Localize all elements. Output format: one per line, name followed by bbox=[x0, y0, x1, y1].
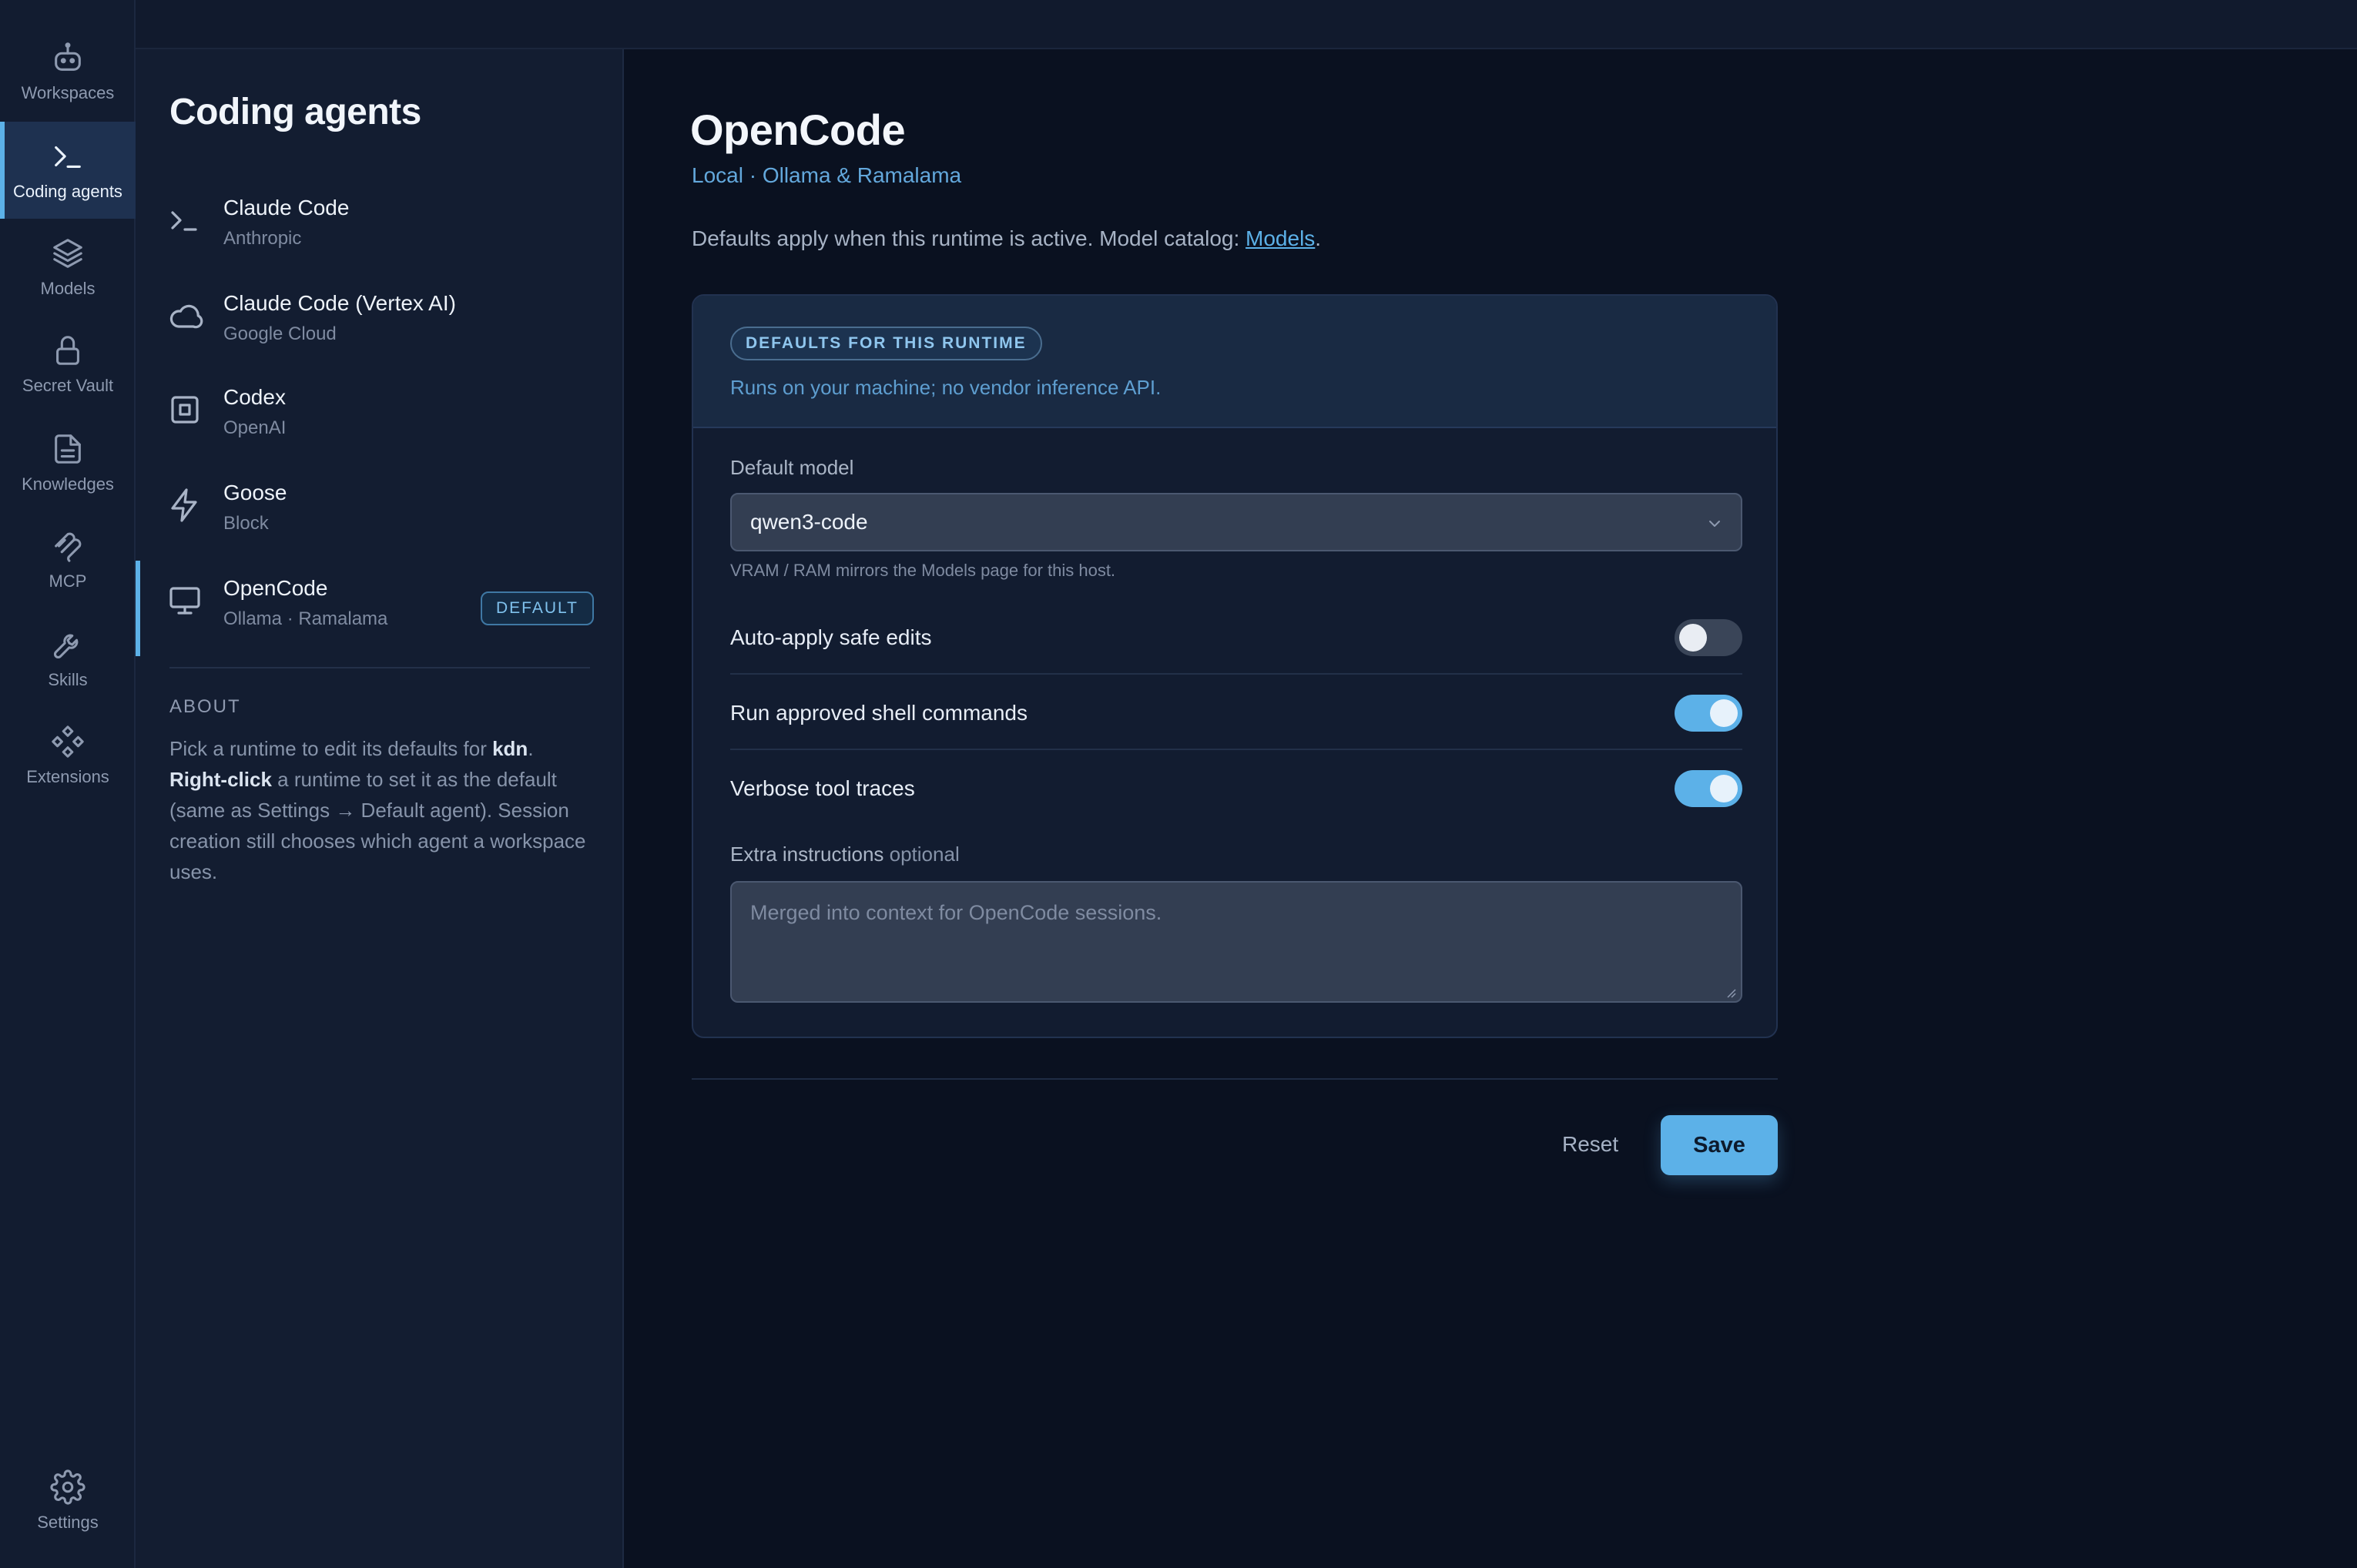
agent-provider: Google Cloud bbox=[223, 323, 337, 344]
shell-commands-toggle[interactable] bbox=[1675, 695, 1742, 732]
agent-name: Claude Code (Vertex AI) bbox=[223, 291, 456, 315]
chip-icon bbox=[171, 396, 199, 424]
default-model-select[interactable]: qwen3-code bbox=[730, 493, 1742, 551]
nav-item-label: Skills bbox=[48, 670, 88, 689]
runtime-defaults-card: DEFAULTS FOR THIS RUNTIME Runs on your m… bbox=[692, 294, 1778, 1038]
nav-item-label: MCP bbox=[49, 571, 87, 591]
about-text: Pick a runtime to edit its defaults for … bbox=[169, 733, 601, 887]
resize-grip-icon[interactable] bbox=[1725, 987, 1736, 998]
description-text: . bbox=[1315, 226, 1322, 250]
verbose-traces-toggle[interactable] bbox=[1675, 770, 1742, 807]
page-description: Defaults apply when this runtime is acti… bbox=[692, 226, 1321, 251]
extra-label-text: Extra instructions bbox=[730, 843, 884, 866]
toggle-knob bbox=[1679, 624, 1707, 652]
robot-icon bbox=[55, 42, 81, 71]
model-hint: VRAM / RAM mirrors the Models page for t… bbox=[730, 561, 1116, 580]
description-text: Defaults apply when this runtime is acti… bbox=[692, 226, 1246, 250]
agent-item-codex[interactable]: Codex OpenAI bbox=[136, 370, 624, 461]
agent-name: Claude Code bbox=[223, 196, 350, 219]
toggle-row-verbose-traces: Verbose tool traces bbox=[730, 750, 1742, 826]
runtime-note: Runs on your machine; no vendor inferenc… bbox=[730, 376, 1162, 399]
agent-item-opencode[interactable]: OpenCode Ollama · Ramalama DEFAULT bbox=[136, 561, 624, 656]
extensions-icon bbox=[52, 725, 84, 758]
card-header: DEFAULTS FOR THIS RUNTIME Runs on your m… bbox=[693, 296, 1776, 428]
defaults-pill: DEFAULTS FOR THIS RUNTIME bbox=[730, 327, 1042, 360]
agent-item-claude-code-vertex[interactable]: Claude Code (Vertex AI) Google Cloud bbox=[136, 276, 624, 367]
layers-icon bbox=[53, 239, 82, 268]
auto-apply-toggle[interactable] bbox=[1675, 619, 1742, 656]
extra-instructions-label: Extra instructions optional bbox=[730, 843, 960, 866]
terminal-icon bbox=[55, 146, 81, 168]
nav-item-settings[interactable]: Settings bbox=[0, 1452, 136, 1550]
nav-item-secret-vault[interactable]: Secret Vault bbox=[0, 316, 136, 413]
about-right-click: Right-click bbox=[169, 768, 272, 791]
about-user-name: kdn bbox=[492, 737, 528, 760]
wrench-icon bbox=[53, 634, 79, 659]
toggle-label: Auto-apply safe edits bbox=[730, 625, 932, 649]
lock-icon bbox=[56, 336, 79, 365]
nav-item-label: Secret Vault bbox=[22, 376, 114, 395]
optional-tag: optional bbox=[889, 843, 960, 866]
mcp-icon bbox=[55, 532, 82, 562]
nav-item-mcp[interactable]: MCP bbox=[0, 511, 136, 608]
app-window: Workspaces Coding agents Models Secret V… bbox=[0, 0, 2357, 1568]
nav-item-extensions[interactable]: Extensions bbox=[0, 707, 136, 804]
nav-item-label: Extensions bbox=[26, 767, 109, 786]
chevron-down-icon bbox=[1709, 521, 1720, 527]
nav-rail: Workspaces Coding agents Models Secret V… bbox=[0, 0, 136, 1568]
window-top-bar bbox=[136, 0, 2357, 49]
nav-item-label: Coding agents bbox=[13, 182, 122, 201]
agent-name: OpenCode bbox=[223, 576, 328, 600]
nav-item-label: Workspaces bbox=[21, 83, 115, 102]
reset-button[interactable]: Reset bbox=[1550, 1115, 1631, 1174]
runtime-detail: OpenCode Local · Ollama & Ramalama Defau… bbox=[625, 49, 2357, 1568]
panel-divider bbox=[169, 667, 590, 668]
models-link[interactable]: Models bbox=[1246, 226, 1315, 250]
agent-provider: Block bbox=[223, 513, 269, 534]
terminal-icon bbox=[171, 211, 197, 231]
about-text-part: . bbox=[528, 737, 534, 760]
page-subtitle: Local · Ollama & Ramalama bbox=[692, 163, 962, 187]
agent-name: Goose bbox=[223, 481, 287, 504]
toggle-knob bbox=[1710, 699, 1738, 727]
default-model-label: Default model bbox=[730, 456, 854, 479]
nav-item-knowledges[interactable]: Knowledges bbox=[0, 414, 136, 511]
agent-item-claude-code[interactable]: Claude Code Anthropic bbox=[136, 180, 624, 271]
agent-name: Codex bbox=[223, 385, 286, 409]
toggle-row-shell-commands: Run approved shell commands bbox=[730, 675, 1742, 750]
footer-divider bbox=[692, 1078, 1778, 1080]
toggle-knob bbox=[1710, 775, 1738, 802]
agent-item-goose[interactable]: Goose Block bbox=[136, 465, 624, 556]
about-text-part: Pick a runtime to edit its defaults for bbox=[169, 737, 493, 760]
about-heading: ABOUT bbox=[169, 696, 241, 717]
agent-provider: Ollama · Ramalama bbox=[223, 608, 388, 629]
agent-provider: OpenAI bbox=[223, 417, 287, 438]
lightning-icon bbox=[171, 488, 197, 522]
panel-title: Coding agents bbox=[169, 92, 421, 132]
nav-item-workspaces[interactable]: Workspaces bbox=[0, 23, 136, 120]
document-icon bbox=[55, 434, 81, 464]
monitor-icon bbox=[169, 587, 200, 615]
default-badge: DEFAULT bbox=[481, 591, 594, 625]
extra-instructions-input[interactable] bbox=[730, 881, 1742, 1003]
nav-item-coding-agents[interactable]: Coding agents bbox=[0, 122, 136, 219]
nav-item-skills[interactable]: Skills bbox=[0, 610, 136, 707]
nav-item-label: Knowledges bbox=[22, 474, 114, 494]
nav-item-label: Settings bbox=[37, 1513, 99, 1532]
page-title: OpenCode bbox=[690, 106, 906, 154]
cloud-icon bbox=[169, 304, 203, 329]
agent-provider: Anthropic bbox=[223, 228, 302, 249]
toggle-label: Verbose tool traces bbox=[730, 776, 915, 800]
nav-item-models[interactable]: Models bbox=[0, 219, 136, 316]
selected-model: qwen3-code bbox=[750, 510, 868, 534]
gear-icon bbox=[50, 1469, 85, 1505]
toggle-row-auto-apply: Auto-apply safe edits bbox=[730, 599, 1742, 675]
agent-list-panel: Coding agents Claude Code Anthropic Clau… bbox=[136, 49, 624, 1568]
save-button[interactable]: Save bbox=[1661, 1115, 1778, 1175]
toggle-label: Run approved shell commands bbox=[730, 701, 1028, 725]
nav-item-label: Models bbox=[40, 279, 96, 298]
